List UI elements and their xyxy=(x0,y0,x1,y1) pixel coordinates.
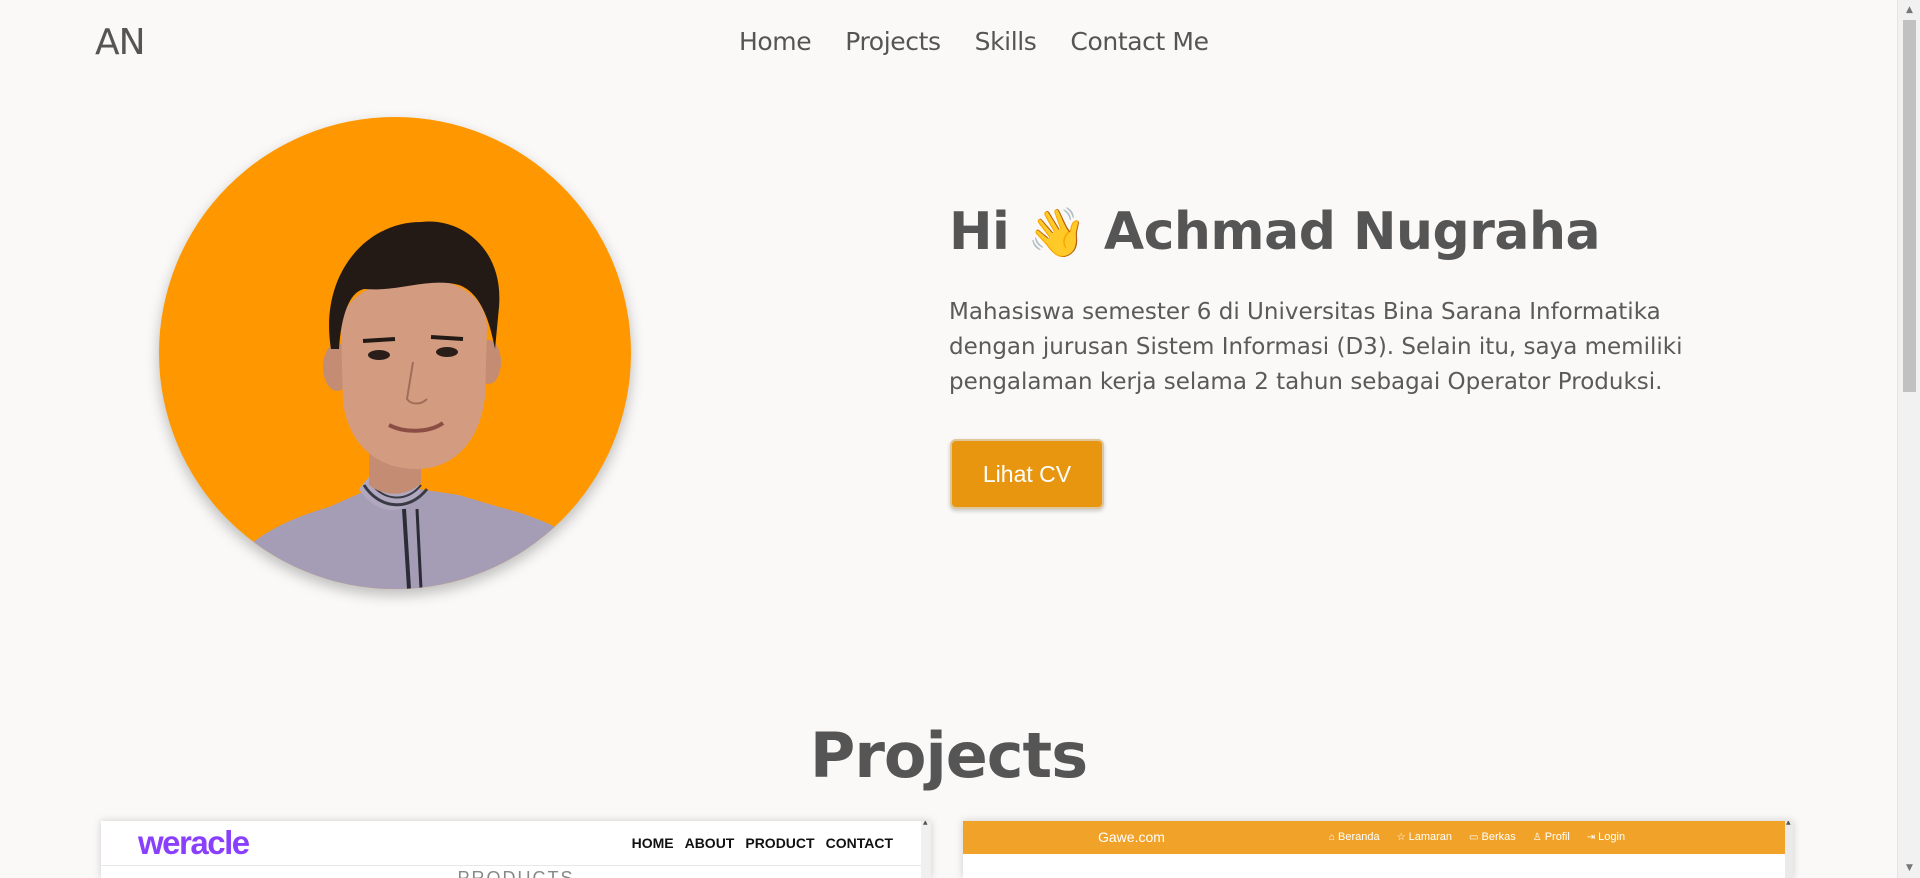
user-icon: ♙ xyxy=(1532,832,1542,843)
folder-icon: ▭ xyxy=(1469,832,1479,843)
gawe-link-label: Berkas xyxy=(1481,831,1516,843)
navbar: AN Home Projects Skills Contact Me xyxy=(0,0,1897,88)
greeting-text: Hi xyxy=(949,202,1010,262)
gawe-link-label: Beranda xyxy=(1338,831,1380,843)
gawe-link-profil: ♙ Profil xyxy=(1533,831,1570,843)
projects-heading: Projects xyxy=(809,719,1088,792)
weracle-link-about: ABOUT xyxy=(684,835,735,851)
weracle-logo: weracle xyxy=(138,824,250,861)
gawe-nav-links: ⌂ Beranda ☆ Lamaran ▭ Berkas ♙ Profil ⇥ Login xyxy=(1329,831,1625,843)
login-icon: ⇥ xyxy=(1586,832,1596,843)
nav-links: Home Projects Skills Contact Me xyxy=(739,27,1209,56)
nav-link-skills[interactable]: Skills xyxy=(975,27,1037,56)
gawe-link-label: Profil xyxy=(1544,831,1570,843)
scrollbar-thumb[interactable] xyxy=(1903,20,1916,392)
hero-description: Mahasiswa semester 6 di Universitas Bina… xyxy=(949,299,1683,395)
nav-link-contact[interactable]: Contact Me xyxy=(1070,27,1209,56)
gawe-brand: Gawe.com xyxy=(1098,829,1165,845)
gawe-link-login: ⇥ Login xyxy=(1587,831,1625,843)
gawe-link-beranda: ⌂ Beranda xyxy=(1329,831,1380,843)
weracle-subheading: PRODUCTS xyxy=(457,868,575,878)
weracle-nav-links: HOME ABOUT PRODUCT CONTACT xyxy=(632,835,893,851)
weracle-link-product: PRODUCT xyxy=(745,835,815,851)
gawe-scrollbar xyxy=(1785,821,1793,878)
gawe-link-berkas: ▭ Berkas xyxy=(1469,831,1516,843)
project-card-weracle[interactable]: weracle HOME ABOUT PRODUCT CONTACT PRODU… xyxy=(101,821,931,878)
scroll-down-arrow-icon[interactable]: ▼ xyxy=(1898,858,1920,878)
hero-title: Hi 👋 Achmad Nugraha xyxy=(949,202,1601,262)
weracle-navbar: weracle HOME ABOUT PRODUCT CONTACT xyxy=(101,821,931,866)
weracle-link-contact: CONTACT xyxy=(825,835,893,851)
weracle-scrollbar xyxy=(921,821,931,878)
gawe-link-lamaran: ☆ Lamaran xyxy=(1397,831,1452,843)
gawe-link-label: Login xyxy=(1598,831,1626,843)
gawe-navbar: Gawe.com ⌂ Beranda ☆ Lamaran ▭ Berkas ♙ Prof… xyxy=(963,821,1793,854)
star-icon: ☆ xyxy=(1396,832,1406,843)
hero-name: Achmad Nugraha xyxy=(1103,202,1601,262)
page-scrollbar[interactable]: ▲ ▼ xyxy=(1897,0,1920,878)
weracle-link-home: HOME xyxy=(631,835,674,851)
nav-link-projects[interactable]: Projects xyxy=(845,27,941,56)
site-logo[interactable]: AN xyxy=(95,22,146,63)
waving-hand-icon: 👋 xyxy=(1026,205,1087,261)
profile-photo xyxy=(159,117,631,589)
view-cv-button[interactable]: Lihat CV xyxy=(950,439,1104,509)
gawe-link-label: Lamaran xyxy=(1408,831,1453,843)
project-card-gawe[interactable]: Gawe.com ⌂ Beranda ☆ Lamaran ▭ Berkas ♙ Prof… xyxy=(963,821,1793,878)
profile-photo-illustration xyxy=(219,221,629,589)
home-icon: ⌂ xyxy=(1329,832,1336,843)
nav-link-home[interactable]: Home xyxy=(739,27,812,56)
scroll-up-arrow-icon[interactable]: ▲ xyxy=(1898,0,1920,20)
